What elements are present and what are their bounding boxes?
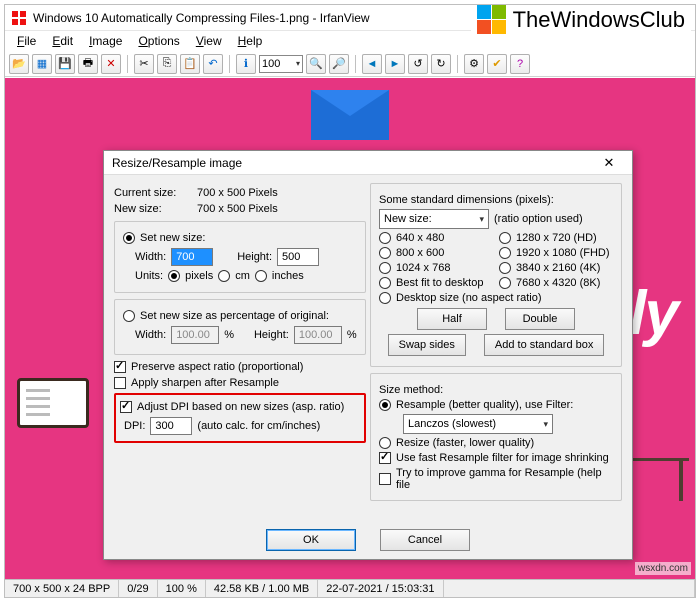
zoom-out-icon[interactable]: 🔎: [329, 54, 349, 74]
dim-800x600-radio[interactable]: [379, 247, 391, 259]
dim-1024x768-radio[interactable]: [379, 262, 391, 274]
brand-overlay: TheWindowsClub: [471, 5, 691, 35]
width-label: Width:: [135, 251, 166, 263]
cancel-button[interactable]: Cancel: [380, 529, 470, 551]
resize-dialog: Resize/Resample image ✕ Current size: 700…: [103, 150, 633, 560]
pct-width-input[interactable]: 100.00: [171, 326, 219, 344]
help-icon[interactable]: ?: [510, 54, 530, 74]
menu-file[interactable]: File: [9, 32, 44, 50]
main-window: Windows 10 Automatically Compressing Fil…: [4, 4, 696, 598]
menu-options[interactable]: Options: [130, 32, 187, 50]
units-label: Units:: [135, 270, 163, 282]
percent-label: Set new size as percentage of original:: [140, 310, 329, 322]
prev-icon[interactable]: ◄: [362, 54, 382, 74]
size-method-label: Size method:: [379, 384, 613, 396]
dim-7680x4320-radio[interactable]: [499, 277, 511, 289]
settings-icon[interactable]: ⚙: [464, 54, 484, 74]
set-new-size-label: Set new size:: [140, 232, 205, 244]
right-column: Some standard dimensions (pixels): New s…: [370, 183, 622, 517]
preserve-aspect-checkbox[interactable]: [114, 361, 126, 373]
dpi-note: (auto calc. for cm/inches): [197, 420, 320, 432]
std-size-dropdown[interactable]: New size:: [379, 209, 489, 229]
menu-edit[interactable]: Edit: [44, 32, 81, 50]
print-icon[interactable]: 🖶: [78, 54, 98, 74]
save-icon[interactable]: 💾: [55, 54, 75, 74]
gamma-checkbox[interactable]: [379, 473, 391, 485]
set-new-size-group: Set new size: Width: 700 Height: 500 Uni…: [114, 221, 366, 293]
adjust-dpi-checkbox[interactable]: [120, 401, 132, 413]
status-zoom: 100 %: [158, 580, 206, 597]
percent-radio[interactable]: [123, 310, 135, 322]
menu-image[interactable]: Image: [81, 32, 130, 50]
slideshow-icon[interactable]: ▦: [32, 54, 52, 74]
zoom-combo[interactable]: 100: [259, 55, 303, 73]
dpi-label: DPI:: [124, 420, 145, 432]
fast-resample-checkbox[interactable]: [379, 452, 391, 464]
new-size-value: 700 x 500 Pixels: [197, 203, 278, 215]
dim-desktop-radio[interactable]: [379, 292, 391, 304]
set-new-size-radio[interactable]: [123, 232, 135, 244]
check-icon[interactable]: ✔: [487, 54, 507, 74]
units-cm-radio[interactable]: [218, 270, 230, 282]
info-icon[interactable]: ℹ: [236, 54, 256, 74]
status-dims: 700 x 500 x 24 BPP: [5, 580, 119, 597]
dim-3840x2160-radio[interactable]: [499, 262, 511, 274]
status-bar: 700 x 500 x 24 BPP 0/29 100 % 42.58 KB /…: [5, 579, 695, 597]
sharpen-checkbox[interactable]: [114, 377, 126, 389]
pct-height-input[interactable]: 100.00: [294, 326, 342, 344]
cut-icon[interactable]: ✂: [134, 54, 154, 74]
current-size-label: Current size:: [114, 187, 192, 199]
menu-view[interactable]: View: [188, 32, 230, 50]
dpi-input[interactable]: 300: [150, 417, 192, 435]
watermark: wsxdn.com: [635, 562, 691, 575]
status-size: 42.58 KB / 1.00 MB: [206, 580, 318, 597]
app-icon: [11, 10, 27, 26]
rotate-right-icon[interactable]: ↻: [431, 54, 451, 74]
add-standard-button[interactable]: Add to standard box: [484, 334, 604, 356]
units-inches-radio[interactable]: [255, 270, 267, 282]
status-index: 0/29: [119, 580, 157, 597]
width-input[interactable]: 700: [171, 248, 213, 266]
percent-group: Set new size as percentage of original: …: [114, 299, 366, 355]
swap-sides-button[interactable]: Swap sides: [388, 334, 466, 356]
envelope-graphic: [311, 90, 389, 140]
next-icon[interactable]: ►: [385, 54, 405, 74]
undo-icon[interactable]: ↶: [203, 54, 223, 74]
resize-radio[interactable]: [379, 437, 391, 449]
size-method-group: Size method: Resample (better quality), …: [370, 373, 622, 501]
status-date: 22-07-2021 / 15:03:31: [318, 580, 443, 597]
dialog-title: Resize/Resample image: [112, 156, 242, 170]
delete-icon[interactable]: ✕: [101, 54, 121, 74]
copy-icon[interactable]: ⎘: [157, 54, 177, 74]
dialog-footer: OK Cancel: [104, 523, 632, 557]
units-pixels-radio[interactable]: [168, 270, 180, 282]
zoom-in-icon[interactable]: 🔍: [306, 54, 326, 74]
menu-help[interactable]: Help: [230, 32, 271, 50]
new-size-label: New size:: [114, 203, 192, 215]
double-button[interactable]: Double: [505, 308, 575, 330]
height-input[interactable]: 500: [277, 248, 319, 266]
dim-1280x720-radio[interactable]: [499, 232, 511, 244]
left-column: Current size: 700 x 500 Pixels New size: 7…: [114, 183, 366, 517]
dialog-close-button[interactable]: ✕: [594, 155, 624, 171]
dim-1920x1080-radio[interactable]: [499, 247, 511, 259]
filter-dropdown[interactable]: Lanczos (slowest): [403, 414, 553, 434]
height-label: Height:: [237, 251, 272, 263]
rotate-left-icon[interactable]: ↺: [408, 54, 428, 74]
open-icon[interactable]: 📂: [9, 54, 29, 74]
standard-dims-group: Some standard dimensions (pixels): New s…: [370, 183, 622, 367]
paste-icon[interactable]: 📋: [180, 54, 200, 74]
std-dims-label: Some standard dimensions (pixels):: [379, 194, 613, 206]
half-button[interactable]: Half: [417, 308, 487, 330]
resample-radio[interactable]: [379, 399, 391, 411]
laptop-graphic: [17, 378, 107, 518]
current-size-value: 700 x 500 Pixels: [197, 187, 278, 199]
dim-bestfit-radio[interactable]: [379, 277, 391, 289]
ok-button[interactable]: OK: [266, 529, 356, 551]
toolbar: 📂 ▦ 💾 🖶 ✕ ✂ ⎘ 📋 ↶ ℹ 100 🔍 🔎 ◄ ► ↺ ↻ ⚙ ✔ …: [5, 51, 695, 77]
dim-640x480-radio[interactable]: [379, 232, 391, 244]
dialog-titlebar: Resize/Resample image ✕: [104, 151, 632, 175]
dpi-highlight: Adjust DPI based on new sizes (asp. rati…: [114, 393, 366, 443]
